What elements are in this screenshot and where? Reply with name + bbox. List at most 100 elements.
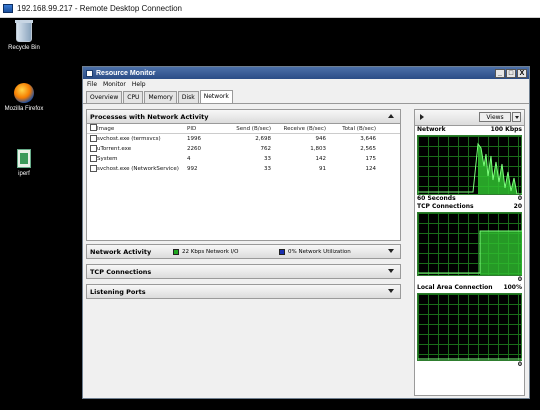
cell-send: 762	[260, 146, 272, 152]
cell-send: 2,698	[255, 136, 271, 142]
cell-receive: 946	[315, 136, 327, 142]
minimize-button[interactable]: _	[495, 68, 505, 78]
network-util-swatch	[279, 249, 285, 255]
cell-total: 124	[365, 166, 377, 172]
graph-network-header: Network 100 Kbps	[415, 126, 524, 135]
graph-title: TCP Connections	[417, 203, 474, 210]
network-activity-title: Network Activity	[90, 247, 152, 256]
table-row[interactable]: uTorrent.exe 2260 762 1,803 2,565	[87, 144, 400, 154]
listening-ports-title: Listening Ports	[90, 287, 146, 296]
left-pane: Processes with Network Activity Image PI…	[86, 109, 401, 396]
network-io-label: 22 Kbps Network I/O	[182, 249, 239, 255]
processes-section-header[interactable]: Processes with Network Activity	[86, 109, 401, 124]
cell-receive: 142	[315, 156, 327, 162]
desktop-icon-firefox[interactable]: Mozilla Firefox	[0, 83, 48, 112]
row-checkbox[interactable]	[90, 134, 97, 142]
tab-strip: Overview CPU Memory Disk Network	[83, 90, 529, 104]
window-controls: _ □ X	[495, 68, 527, 78]
firefox-icon	[14, 83, 34, 103]
cell-receive: 1,803	[310, 146, 326, 152]
column-receive[interactable]: Receive (B/sec)	[271, 126, 326, 132]
menu-file[interactable]: File	[87, 81, 97, 88]
tab-network[interactable]: Network	[199, 90, 233, 103]
graphs-toolbar: Views	[415, 110, 524, 126]
network-activity-header[interactable]: Network Activity 22 Kbps Network I/O 0% …	[86, 244, 401, 259]
local-area-connection-graph	[417, 293, 522, 361]
resource-monitor-window: Resource Monitor _ □ X File Monitor Help…	[82, 66, 530, 399]
tcp-graph-fill	[480, 231, 522, 275]
window-titlebar[interactable]: Resource Monitor _ □ X	[83, 67, 529, 79]
cell-total: 2,565	[360, 146, 376, 152]
graph-foot-right: 0	[517, 195, 522, 202]
desktop-icon-recycle-bin[interactable]: Recycle Bin	[0, 20, 48, 51]
lan-graph-plot	[418, 358, 522, 360]
graph-title: Network	[417, 126, 446, 133]
desktop-icon-label: Mozilla Firefox	[4, 106, 44, 112]
desktop-icon-iperf[interactable]: iperf	[0, 149, 48, 177]
graph-tcp-footer: 0	[415, 276, 524, 284]
tab-memory[interactable]: Memory	[144, 91, 177, 103]
remote-desktop-icon	[3, 4, 13, 13]
network-util-legend: 0% Network Utilization	[279, 249, 351, 255]
table-row[interactable]: svchost.exe (NetworkService) 992 33 91 1…	[87, 164, 400, 174]
views-dropdown-icon[interactable]	[512, 112, 521, 122]
tcp-graph-plot	[418, 230, 522, 275]
tab-overview[interactable]: Overview	[86, 91, 123, 103]
expand-icon[interactable]	[388, 289, 394, 293]
iperf-icon	[17, 149, 31, 168]
graph-network-footer: 60 Seconds 0	[415, 195, 524, 203]
column-send[interactable]: Send (B/sec)	[219, 126, 271, 132]
graph-title: Local Area Connection	[417, 284, 493, 291]
recycle-bin-icon	[15, 20, 33, 42]
rdp-title: 192.168.99.217 - Remote Desktop Connecti…	[17, 4, 182, 13]
table-row[interactable]: System 4 33 142 175	[87, 154, 400, 164]
menu-bar: File Monitor Help	[83, 79, 529, 90]
graph-max: 100 Kbps	[490, 126, 522, 133]
cell-image: System	[97, 156, 118, 162]
collapse-icon[interactable]	[388, 114, 394, 118]
cell-receive: 91	[319, 166, 326, 172]
collapse-pane-icon[interactable]	[420, 114, 424, 120]
processes-table: Image PID Send (B/sec) Receive (B/sec) T…	[86, 124, 401, 241]
expand-icon[interactable]	[388, 249, 394, 253]
graph-foot-left: 60 Seconds	[417, 195, 456, 202]
cell-pid: 2260	[187, 146, 201, 152]
tcp-connections-header[interactable]: TCP Connections	[86, 264, 401, 279]
graph-lan-footer: 0	[415, 361, 524, 369]
expand-icon[interactable]	[388, 269, 394, 273]
row-checkbox[interactable]	[90, 144, 97, 152]
row-checkbox[interactable]	[90, 164, 97, 172]
cell-pid: 992	[187, 166, 198, 172]
cell-total: 3,646	[360, 136, 376, 142]
cell-image: uTorrent.exe	[97, 146, 132, 152]
network-graph-plot	[418, 142, 522, 194]
graph-foot-right: 0	[517, 276, 522, 283]
close-button[interactable]: X	[517, 68, 527, 78]
views-button[interactable]: Views	[479, 112, 511, 122]
tab-cpu[interactable]: CPU	[123, 91, 144, 103]
graph-max: 20	[513, 203, 522, 210]
tab-disk[interactable]: Disk	[177, 91, 199, 103]
tcp-connections-title: TCP Connections	[90, 267, 152, 276]
column-pid[interactable]: PID	[187, 126, 219, 132]
desktop-icon-label: iperf	[18, 171, 30, 177]
network-graph	[417, 135, 522, 195]
column-image[interactable]: Image	[97, 126, 187, 132]
graph-lan-header: Local Area Connection 100%	[415, 284, 524, 293]
cell-pid: 1996	[187, 136, 201, 142]
cell-send: 33	[264, 166, 271, 172]
processes-section-title: Processes with Network Activity	[90, 112, 209, 121]
column-total[interactable]: Total (B/sec)	[326, 126, 376, 132]
menu-help[interactable]: Help	[132, 81, 146, 88]
network-io-swatch	[173, 249, 179, 255]
table-row[interactable]: svchost.exe (termsvcs) 1996 2,698 946 3,…	[87, 134, 400, 144]
cell-image: svchost.exe (termsvcs)	[97, 136, 161, 142]
row-checkbox[interactable]	[90, 154, 97, 162]
desktop-icon-label: Recycle Bin	[8, 45, 40, 51]
rdp-titlebar: 192.168.99.217 - Remote Desktop Connecti…	[0, 0, 540, 18]
listening-ports-header[interactable]: Listening Ports	[86, 284, 401, 299]
cell-pid: 4	[187, 156, 191, 162]
select-all-checkbox[interactable]	[90, 124, 97, 131]
menu-monitor[interactable]: Monitor	[103, 81, 126, 88]
maximize-button[interactable]: □	[506, 68, 516, 78]
